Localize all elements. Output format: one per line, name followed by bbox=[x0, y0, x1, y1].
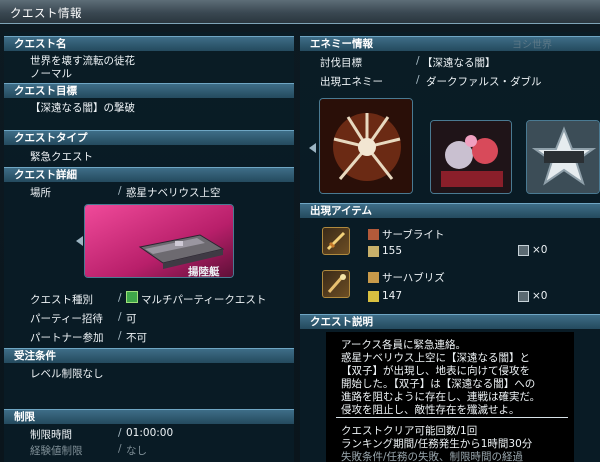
item-name: サーブライト bbox=[382, 229, 445, 241]
twin-enemy-image bbox=[431, 121, 511, 193]
quest-goal-header: クエスト目標 bbox=[4, 83, 294, 98]
target-separator: / bbox=[416, 55, 420, 67]
item-stat-icon bbox=[368, 246, 379, 257]
enemy-thumbnail-2[interactable] bbox=[430, 120, 512, 194]
detail-row-separator: / bbox=[118, 311, 122, 323]
location-value: 惑星ナベリウス上空 bbox=[126, 187, 221, 199]
item-stat-icon bbox=[368, 291, 379, 302]
window-title-bar bbox=[0, 0, 600, 24]
sword-icon[interactable] bbox=[322, 227, 350, 255]
enemy-thumbnail-3[interactable] bbox=[526, 120, 600, 194]
item-category-icon bbox=[368, 229, 379, 240]
multi-party-icon bbox=[126, 291, 138, 303]
window-title: クエスト情報 bbox=[10, 6, 82, 20]
description-divider bbox=[336, 417, 568, 418]
limit-row-label: 経験値制限 bbox=[30, 445, 83, 457]
limit-row-value: なし bbox=[126, 445, 147, 457]
target-value: 【深遠なる闇】 bbox=[422, 57, 496, 69]
item-category-icon bbox=[368, 272, 379, 283]
location-label: 場所 bbox=[30, 187, 51, 199]
detail-row-value: マルチパーティークエスト bbox=[141, 294, 267, 306]
detail-row-label: パートナー参加 bbox=[30, 332, 104, 344]
appear-enemy-separator: / bbox=[416, 74, 420, 86]
star-emblem-icon bbox=[527, 121, 599, 193]
enemy-info-watermark: ヨシ世界 bbox=[512, 40, 552, 51]
appear-enemy-value: ダークファルス・ダブル bbox=[426, 76, 542, 88]
detail-row-value: 不可 bbox=[126, 332, 147, 344]
item-value: 155 bbox=[382, 245, 403, 257]
detail-row-value: 可 bbox=[126, 313, 137, 325]
item-count-icon bbox=[518, 245, 529, 256]
quest-name-line-2: ノーマル bbox=[30, 68, 72, 80]
quest-type-header: クエストタイプ bbox=[4, 130, 294, 145]
target-label: 討伐目標 bbox=[320, 57, 362, 69]
enemy-thumbnail-1[interactable] bbox=[319, 98, 413, 194]
limit-row-separator: / bbox=[118, 443, 122, 455]
quest-name-header: クエスト名 bbox=[4, 36, 294, 51]
detail-row-separator: / bbox=[118, 292, 122, 304]
conditions-header: 受注条件 bbox=[4, 348, 294, 363]
limit-row-separator: / bbox=[118, 427, 122, 439]
description-footer-line: 失敗条件/任務の失敗、制限時間の経過 bbox=[341, 451, 524, 462]
item-count: ×0 bbox=[532, 290, 548, 302]
detail-row-label: クエスト種別 bbox=[30, 294, 93, 306]
location-image-caption: 揚陸艇 bbox=[188, 266, 220, 278]
dark-falz-image bbox=[320, 99, 412, 193]
quest-detail-header: クエスト詳細 bbox=[4, 167, 294, 182]
location-separator: / bbox=[118, 185, 122, 197]
detail-row-separator: / bbox=[118, 330, 122, 342]
item-name: サーハブリズ bbox=[382, 272, 445, 284]
enemy-prev-arrow[interactable] bbox=[309, 143, 316, 153]
item-count: ×0 bbox=[532, 244, 548, 256]
quest-type-text: 緊急クエスト bbox=[30, 151, 93, 163]
detail-row-label: パーティー招待 bbox=[30, 313, 103, 325]
description-line: 侵攻を阻止し、敵性存在を殲滅せよ。 bbox=[341, 404, 520, 416]
location-prev-arrow[interactable] bbox=[76, 236, 83, 246]
appear-enemy-label: 出現エネミー bbox=[320, 76, 383, 88]
limit-row-label: 制限時間 bbox=[30, 429, 72, 441]
limits-header: 制限 bbox=[4, 409, 294, 424]
enemy-info-header: エネミー情報 bbox=[300, 36, 600, 51]
staff-icon[interactable] bbox=[322, 270, 350, 298]
conditions-text: レベル制限なし bbox=[30, 368, 104, 380]
limit-row-value: 01:00:00 bbox=[126, 427, 174, 439]
quest-goal-text: 【深遠なる闇】の撃破 bbox=[30, 102, 135, 114]
item-value: 147 bbox=[382, 290, 403, 302]
item-count-icon bbox=[518, 291, 529, 302]
description-header: クエスト説明 bbox=[300, 314, 600, 329]
items-header: 出現アイテム bbox=[300, 203, 600, 218]
